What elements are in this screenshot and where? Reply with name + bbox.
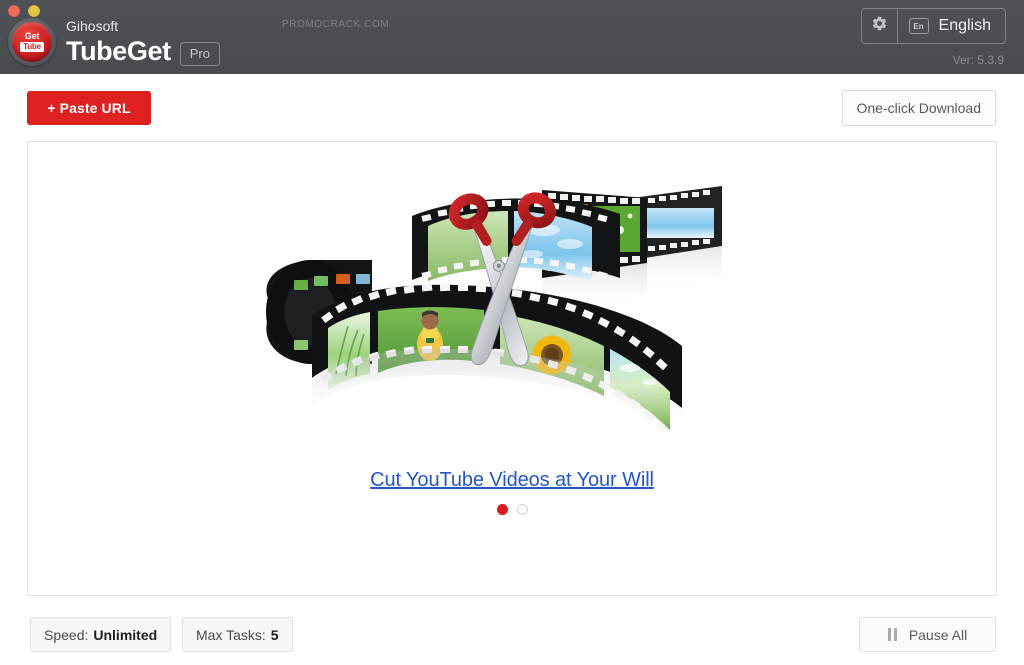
film-strip-illustration-icon (252, 168, 772, 464)
one-click-download-button[interactable]: One-click Download (841, 90, 996, 126)
pause-all-button[interactable]: Pause All (859, 617, 996, 652)
app-header: Get Tube Gihosoft TubeGet Pro PROMOCRACK… (0, 0, 1024, 74)
carousel-dot-1[interactable] (496, 504, 508, 515)
pro-edition-badge: Pro (179, 42, 220, 66)
max-tasks-label: Max Tasks: (196, 626, 266, 643)
watermark-text: PROMOCRACK.COM (282, 19, 390, 30)
logo-get-text: Get (24, 31, 40, 41)
brand-text: Gihosoft TubeGet Pro (66, 18, 220, 66)
logo-tube-text: Tube (20, 42, 44, 52)
brand-product-row: TubeGet Pro (66, 36, 220, 66)
brand: Get Tube Gihosoft TubeGet Pro (8, 18, 220, 66)
gear-icon (871, 15, 888, 37)
language-badge-icon: En (908, 18, 929, 34)
toolbar: + Paste URL One-click Download (0, 74, 1024, 142)
max-tasks-value: 5 (270, 626, 279, 643)
app-logo-icon: Get Tube (8, 18, 56, 66)
window-traffic-lights (8, 5, 40, 17)
carousel-dot-2[interactable] (516, 504, 528, 515)
app-window: Get Tube Gihosoft TubeGet Pro PROMOCRACK… (0, 0, 1024, 665)
max-tasks-setting-chip[interactable]: Max Tasks: 5 (182, 617, 293, 652)
brand-company-name: Gihosoft (66, 18, 119, 34)
pause-all-label: Pause All (908, 626, 968, 643)
speed-label: Speed: (44, 626, 89, 643)
settings-button[interactable] (860, 8, 897, 44)
language-selector-button[interactable]: En English (896, 8, 1006, 44)
window-close-button[interactable] (8, 5, 20, 17)
pause-icon (887, 628, 897, 641)
paste-url-button[interactable]: + Paste URL (27, 91, 151, 125)
promo-banner[interactable]: Cut YouTube Videos at Your Will (28, 142, 996, 595)
speed-setting-chip[interactable]: Speed: Unlimited (30, 617, 172, 652)
language-label: English (938, 17, 991, 34)
version-label: Ver: 5.3.9 (952, 53, 1004, 67)
promo-link[interactable]: Cut YouTube Videos at Your Will (370, 468, 654, 492)
speed-value: Unlimited (93, 626, 158, 643)
status-bar: Speed: Unlimited Max Tasks: 5 Pause All (0, 606, 1024, 665)
header-actions: En English (860, 8, 1006, 44)
download-list-panel: Cut YouTube Videos at Your Will (27, 141, 997, 596)
promo-carousel-dots (496, 504, 528, 515)
brand-product-name: TubeGet (66, 36, 171, 66)
window-minimize-button[interactable] (28, 5, 40, 17)
logo-inner-circle: Get Tube (12, 22, 52, 62)
